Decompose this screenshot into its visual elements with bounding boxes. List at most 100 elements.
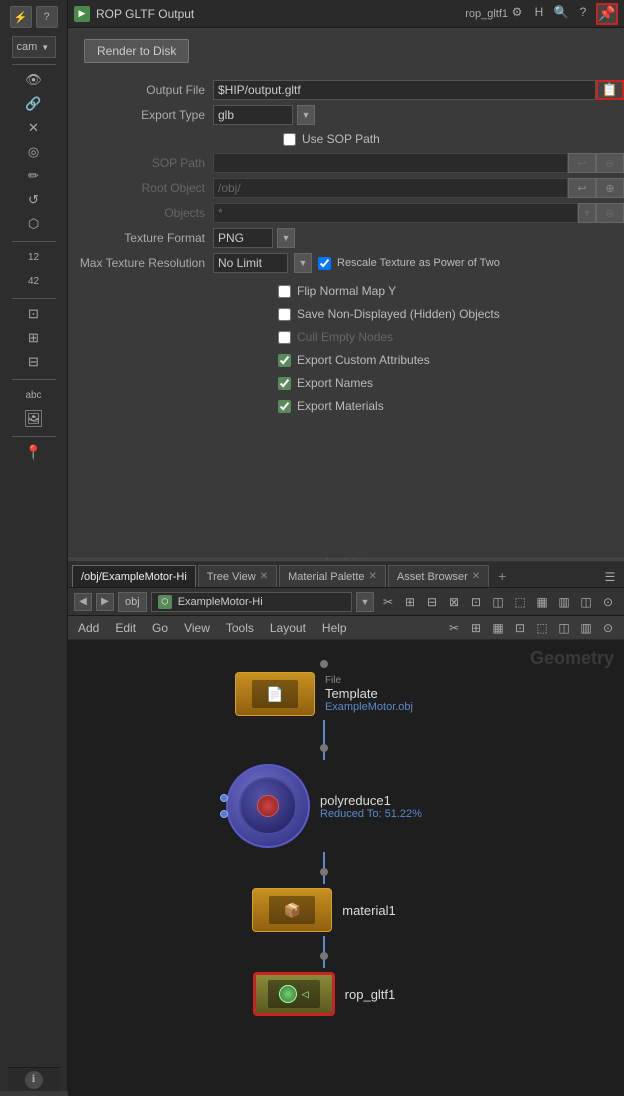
sidebar-icon-rotate[interactable]: ↺ [23, 189, 45, 211]
sidebar-icon-close[interactable]: ✕ [23, 117, 45, 139]
sidebar-icon-abc[interactable]: abc [23, 384, 45, 406]
polyreduce-node[interactable]: polyreduce1 Reduced To: 51.22% [226, 764, 422, 848]
output-file-action-btn[interactable]: 📋 [596, 80, 624, 100]
toolbar-icon-2[interactable]: ⊞ [400, 592, 420, 612]
toolbar-icon-10[interactable]: ◫ [576, 592, 596, 612]
max-texture-dropdown-btn[interactable]: ▼ [294, 253, 312, 273]
network-view[interactable]: Geometry 📄 File Template ExampleMotor [68, 640, 624, 1096]
material-node[interactable]: 📦 material1 [252, 888, 395, 932]
sop-path-btn1[interactable]: ↩ [568, 153, 596, 173]
export-type-dropdown-btn[interactable]: ▼ [297, 105, 315, 125]
sop-path-btn2[interactable]: ⊕ [596, 153, 624, 173]
add-tab-btn[interactable]: + [491, 565, 513, 587]
search-icon[interactable]: 🔍 [552, 3, 570, 21]
sidebar-icon-polygon[interactable]: ⬡ [23, 213, 45, 235]
sidebar-icon-42[interactable]: 42 [23, 270, 45, 292]
use-sop-path-checkbox[interactable] [283, 133, 296, 146]
cam-dropdown[interactable]: cam ▼ [12, 36, 56, 58]
root-object-btn1[interactable]: ↩ [568, 178, 596, 198]
tab-material-palette[interactable]: Material Palette ✕ [279, 565, 386, 587]
toolbar-icon-5[interactable]: ⊡ [466, 592, 486, 612]
tab-example-motor[interactable]: /obj/ExampleMotor-Hi [72, 565, 196, 587]
export-type-input[interactable] [213, 105, 293, 125]
tab-bar-menu-icon[interactable]: ☰ [600, 567, 620, 587]
bookmark-icon[interactable]: H [530, 3, 548, 21]
max-texture-input[interactable] [213, 253, 288, 273]
file-template-node[interactable]: 📄 File Template ExampleMotor.obj [235, 672, 413, 716]
root-object-input[interactable] [213, 178, 568, 198]
menu-icon-table[interactable]: ▦ [488, 618, 508, 638]
save-nondisplayed-checkbox[interactable] [278, 308, 291, 321]
nav-back-btn[interactable]: ◀ [74, 593, 92, 611]
root-object-btn2[interactable]: ⊕ [596, 178, 624, 198]
toolbar-icon-9[interactable]: ▥ [554, 592, 574, 612]
menu-icon-grid[interactable]: ⊞ [466, 618, 486, 638]
tab-tree-view-close-btn[interactable]: ✕ [260, 571, 268, 582]
sidebar-icon-bolt[interactable]: ⚡ [10, 6, 32, 28]
tab-material-palette-label: Material Palette [288, 571, 364, 583]
sidebar-icon-pencil[interactable]: ✏ [23, 165, 45, 187]
menu-icon-box[interactable]: ⊡ [510, 618, 530, 638]
sidebar-icon-grid1[interactable]: ⊡ [23, 303, 45, 325]
toolbar-icon-6[interactable]: ◫ [488, 592, 508, 612]
rescale-texture-checkbox[interactable] [318, 257, 331, 270]
sidebar-icon-grid3[interactable]: ⊟ [23, 351, 45, 373]
export-materials-row: Export Materials [68, 395, 624, 417]
export-names-checkbox[interactable] [278, 377, 291, 390]
menu-edit[interactable]: Edit [111, 619, 140, 637]
file-template-inner: 📄 [252, 680, 298, 708]
toolbar-icon-camera[interactable]: ⊙ [598, 592, 618, 612]
render-to-disk-button[interactable]: Render to Disk [84, 39, 189, 63]
texture-format-dropdown-btn[interactable]: ▼ [277, 228, 295, 248]
menu-layout[interactable]: Layout [266, 619, 310, 637]
toolbar-icon-3[interactable]: ⊟ [422, 592, 442, 612]
obj-path-btn[interactable]: obj [118, 592, 147, 612]
sidebar-icon-grid2[interactable]: ⊞ [23, 327, 45, 349]
cull-empty-checkbox[interactable] [278, 331, 291, 344]
sidebar-icon-image[interactable]: 🖼 [23, 408, 45, 430]
toolbar-icon-1[interactable]: ✂ [378, 592, 398, 612]
menu-tools[interactable]: Tools [222, 619, 258, 637]
nav-forward-btn[interactable]: ▶ [96, 593, 114, 611]
objects-action-btn[interactable]: ⊕ [596, 203, 624, 223]
objects-dropdown-btn[interactable]: ▼ [578, 203, 596, 223]
menu-icon-split2[interactable]: ▥ [576, 618, 596, 638]
toolbar-icon-4[interactable]: ⊠ [444, 592, 464, 612]
rop-gltf-node[interactable]: ◁ rop_gltf1 [253, 972, 396, 1016]
tab-tree-view[interactable]: Tree View ✕ [198, 565, 277, 587]
sidebar-icon-circle[interactable]: ◎ [23, 141, 45, 163]
texture-format-input[interactable] [213, 228, 273, 248]
menu-add[interactable]: Add [74, 619, 103, 637]
flip-normal-checkbox[interactable] [278, 285, 291, 298]
connector-dot-1 [320, 744, 328, 752]
menu-icon-split1[interactable]: ◫ [554, 618, 574, 638]
toolbar-icon-8[interactable]: ▦ [532, 592, 552, 612]
help-icon[interactable]: ? [574, 3, 592, 21]
sop-path-input[interactable] [213, 153, 568, 173]
export-custom-attrs-checkbox[interactable] [278, 354, 291, 367]
sidebar-icon-link[interactable]: 🔗 [23, 93, 45, 115]
menu-go[interactable]: Go [148, 619, 172, 637]
sidebar-icon-location[interactable]: 📍 [23, 441, 45, 463]
toolbar-icon-7[interactable]: ⬚ [510, 592, 530, 612]
tab-asset-browser-close-btn[interactable]: ✕ [472, 571, 480, 582]
flip-normal-row: Flip Normal Map Y [68, 280, 624, 302]
node-path-icon: ⬡ [158, 595, 172, 609]
sidebar-icon-12[interactable]: 12 [23, 246, 45, 268]
menu-view[interactable]: View [180, 619, 214, 637]
tab-asset-browser[interactable]: Asset Browser ✕ [388, 565, 489, 587]
objects-input[interactable] [213, 203, 578, 223]
menu-icon-frame[interactable]: ⬚ [532, 618, 552, 638]
gear-icon[interactable]: ⚙ [508, 3, 526, 21]
node-path-dropdown-btn[interactable]: ▼ [356, 592, 374, 612]
output-file-input[interactable] [213, 80, 596, 100]
export-materials-checkbox[interactable] [278, 400, 291, 413]
menu-help[interactable]: Help [318, 619, 351, 637]
menu-icon-cut[interactable]: ✂ [444, 618, 464, 638]
tab-material-palette-close-btn[interactable]: ✕ [369, 571, 377, 582]
sop-path-row: SOP Path ↩ ⊕ [68, 151, 624, 175]
sidebar-icon-help[interactable]: ? [36, 6, 58, 28]
pin-icon[interactable]: 📌 [596, 3, 618, 25]
sidebar-icon-eye[interactable]: 👁 [23, 69, 45, 91]
menu-icon-camera[interactable]: ⊙ [598, 618, 618, 638]
